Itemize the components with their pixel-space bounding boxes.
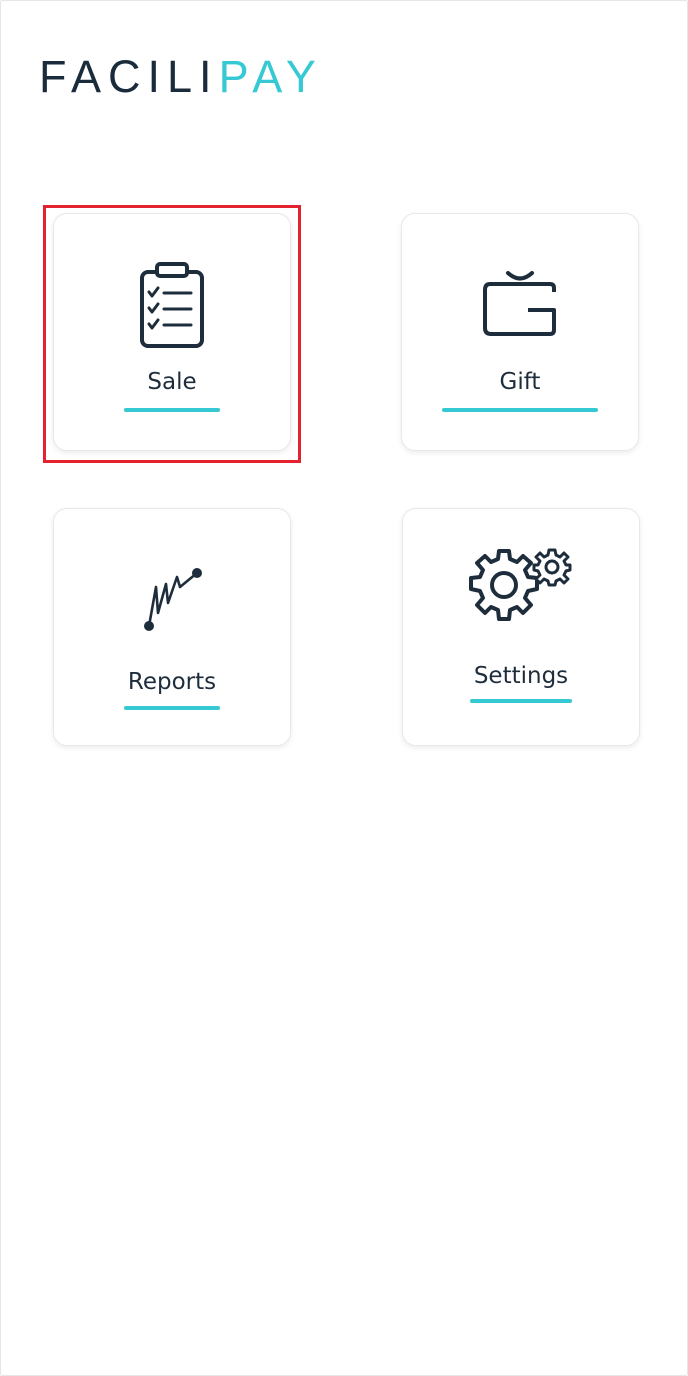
reports-label: Reports — [127, 669, 217, 695]
line-chart-icon — [144, 568, 202, 631]
gift-label: Gift — [499, 369, 541, 395]
wallet-icon — [483, 271, 556, 336]
settings-label: Settings — [473, 663, 569, 689]
logo-accent-text: PAY — [218, 50, 323, 102]
settings-underline — [470, 699, 572, 703]
sale-label: Sale — [147, 369, 197, 395]
gift-tile[interactable]: Gift — [401, 213, 639, 451]
reports-underline — [124, 706, 220, 710]
gift-underline — [442, 408, 598, 412]
sale-tile[interactable]: Sale — [53, 213, 291, 451]
reports-tile[interactable]: Reports — [53, 508, 291, 746]
sale-underline — [124, 408, 220, 412]
clipboard-checklist-icon — [140, 262, 204, 348]
screen-frame: FACILI PAY Sale Gift Reports Settings — [0, 0, 688, 1376]
settings-tile[interactable]: Settings — [402, 508, 640, 746]
gears-icon — [469, 548, 572, 621]
logo-primary-text: FACILI — [39, 50, 219, 102]
facilipay-logo: FACILI PAY — [39, 51, 323, 101]
